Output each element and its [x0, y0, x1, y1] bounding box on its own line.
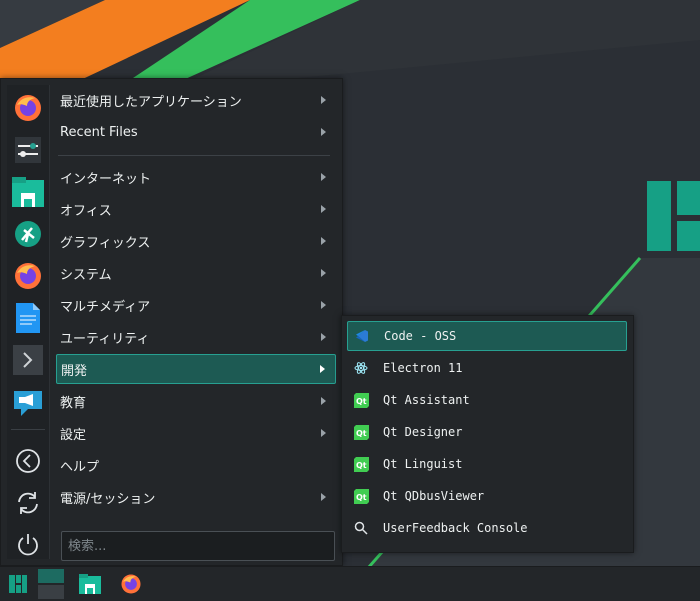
category-development[interactable]: 開発 — [56, 354, 336, 384]
search-icon — [353, 520, 369, 536]
submenu-item-qt-qdbusviewer[interactable]: Qt Qt QDbusViewer — [347, 481, 627, 511]
category-label: インターネット — [60, 171, 152, 187]
chevron-right-icon — [321, 96, 326, 104]
chat-icon[interactable] — [11, 385, 45, 419]
qt-icon: Qt — [353, 392, 369, 408]
category-label: 開発 — [61, 363, 88, 379]
category-label: 教育 — [60, 395, 87, 411]
category-recent-files[interactable]: Recent Files — [56, 117, 336, 147]
category-label: マルチメディア — [60, 299, 151, 315]
submenu-item-label: Electron 11 — [383, 361, 463, 375]
submenu-item-code-oss[interactable]: Code - OSS — [347, 321, 627, 351]
category-office[interactable]: オフィス — [56, 194, 336, 224]
application-launcher: 最近使用したアプリケーション Recent Files インターネット オフィス… — [0, 78, 343, 566]
category-label: ユーティリティ — [60, 331, 150, 347]
svg-text:Qt: Qt — [356, 493, 367, 502]
qt-icon: Qt — [353, 424, 369, 440]
submenu-item-label: UserFeedback Console — [383, 521, 528, 535]
submenu-item-label: Qt QDbusViewer — [383, 489, 485, 503]
text-editor-icon[interactable] — [11, 301, 45, 335]
search-input[interactable] — [61, 531, 335, 561]
category-internet[interactable]: インターネット — [56, 162, 336, 192]
electron-icon — [353, 360, 369, 376]
category-label: 最近使用したアプリケーション — [60, 94, 242, 110]
chevron-right-icon — [321, 205, 326, 213]
octopi-icon[interactable] — [11, 217, 45, 251]
submenu-item-qt-designer[interactable]: Qt Qt Designer — [347, 417, 627, 447]
category-label: オフィス — [60, 203, 112, 219]
favorites-separator — [11, 429, 45, 430]
manjaro-logo-icon[interactable] — [4, 570, 32, 598]
category-label: グラフィックス — [60, 235, 151, 251]
favorites-bar — [7, 85, 50, 559]
file-manager-icon[interactable] — [76, 570, 104, 598]
svg-text:Qt: Qt — [356, 461, 367, 470]
system-settings-icon[interactable] — [11, 133, 45, 167]
category-label: ヘルプ — [60, 459, 100, 475]
submenu-item-qt-linguist[interactable]: Qt Qt Linguist — [347, 449, 627, 479]
chevron-right-icon — [320, 365, 325, 373]
chevron-right-icon — [321, 333, 326, 341]
category-power-session[interactable]: 電源/セッション — [56, 482, 336, 512]
vscode-icon — [354, 328, 370, 344]
chevron-right-icon — [321, 429, 326, 437]
category-label: Recent Files — [60, 124, 138, 140]
chevron-right-icon — [321, 128, 326, 136]
chevron-right-icon — [321, 301, 326, 309]
category-graphics[interactable]: グラフィックス — [56, 226, 336, 256]
svg-text:Qt: Qt — [356, 429, 367, 438]
category-help[interactable]: ヘルプ — [56, 450, 336, 480]
chevron-right-icon — [321, 493, 326, 501]
category-multimedia[interactable]: マルチメディア — [56, 290, 336, 320]
submenu-item-label: Qt Linguist — [383, 457, 463, 471]
submenu-item-label: Qt Designer — [383, 425, 463, 439]
submenu-item-electron[interactable]: Electron 11 — [347, 353, 627, 383]
submenu-item-label: Qt Assistant — [383, 393, 470, 407]
desktop-pager-icon[interactable] — [37, 569, 65, 599]
firefox-icon[interactable] — [117, 570, 145, 598]
chevron-right-icon — [321, 173, 326, 181]
submenu-item-qt-assistant[interactable]: Qt Qt Assistant — [347, 385, 627, 415]
chevron-right-icon — [321, 237, 326, 245]
firefox-icon[interactable] — [11, 91, 45, 125]
file-manager-icon[interactable] — [11, 175, 45, 209]
category-settings[interactable]: 設定 — [56, 418, 336, 448]
category-label: システム — [60, 267, 112, 283]
category-label: 電源/セッション — [60, 491, 156, 507]
category-recent-applications[interactable]: 最近使用したアプリケーション — [56, 85, 336, 115]
chevron-right-icon — [321, 397, 326, 405]
submenu-item-label: Code - OSS — [384, 329, 457, 343]
svg-text:Qt: Qt — [356, 397, 367, 406]
category-utilities[interactable]: ユーティリティ — [56, 322, 336, 352]
category-system[interactable]: システム — [56, 258, 336, 288]
submenu-item-userfeedback-console[interactable]: UserFeedback Console — [347, 513, 627, 543]
category-education[interactable]: 教育 — [56, 386, 336, 416]
category-label: 設定 — [60, 427, 87, 443]
power-icon[interactable] — [11, 528, 45, 562]
menu-separator — [58, 155, 330, 156]
refresh-icon[interactable] — [11, 486, 45, 520]
qt-icon: Qt — [353, 456, 369, 472]
taskbar — [0, 566, 700, 601]
development-submenu: Code - OSS Electron 11 Qt Qt Assistant Q… — [341, 315, 634, 553]
chevron-right-icon — [321, 269, 326, 277]
terminal-icon[interactable] — [11, 343, 45, 377]
qt-icon: Qt — [353, 488, 369, 504]
firefox-icon[interactable] — [11, 259, 45, 293]
back-icon[interactable] — [11, 444, 45, 478]
